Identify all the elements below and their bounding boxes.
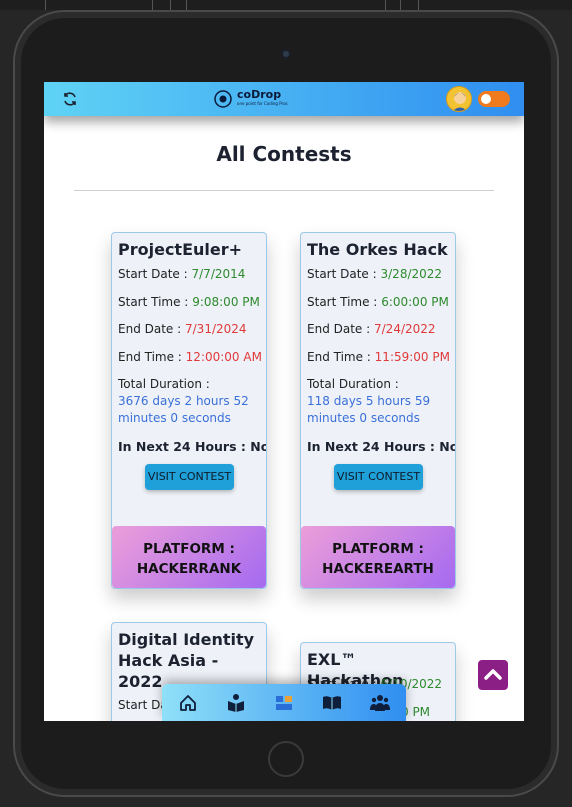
start-time-value: 6:00:00 PM [381,295,449,309]
end-time-row: End Time : 11:59:00 PM [307,350,450,364]
platform-badge: PLATFORM : HACKEREARTH [301,526,455,588]
tablet-home-button[interactable] [268,741,304,777]
end-date-value: 7/31/2024 [185,322,247,336]
platform-badge: PLATFORM : HACKERRANK [112,526,266,588]
visit-contest-button[interactable]: VISIT CONTEST [334,464,423,490]
home-icon[interactable] [178,693,198,713]
contest-card: The Orkes Hack Start Date : 3/28/2022 St… [300,232,456,589]
contest-name: The Orkes Hack [307,240,448,259]
end-date-row: End Date : 7/31/2024 [118,322,247,336]
visit-contest-button[interactable]: VISIT CONTEST [145,464,234,490]
duration-value: 3676 days 2 hours 52 minutes 0 seconds [118,394,249,425]
end-time-label: End Time : [307,350,371,364]
start-date-label: Start Date : [307,267,377,281]
start-date-label: Start Date : [118,267,188,281]
duration-label: Total Duration : [307,377,399,391]
logo-emblem-icon [214,90,232,108]
app-screen: coDrop one point for Coding Pros All Con… [44,82,524,721]
top-strip [0,0,572,10]
start-time-label: Start Time : [307,295,378,309]
next-24-hours: In Next 24 Hours : No [307,439,456,454]
brand-logo[interactable]: coDrop one point for Coding Pros [212,87,322,111]
book-reader-icon[interactable] [226,693,246,713]
start-time-value: 9:08:00 PM [192,295,260,309]
start-time-label: Start Time : [118,295,189,309]
end-date-label: End Date : [307,322,371,336]
contests-icon[interactable] [274,693,294,713]
title-divider [74,190,494,191]
start-date-row: Start Date : 7/7/2014 [118,267,245,281]
end-date-label: End Date : [118,322,182,336]
open-book-icon[interactable] [322,693,342,713]
end-time-value: 11:59:00 PM [374,350,450,364]
chevron-up-icon [484,669,502,680]
contest-card: ProjectEuler+ Start Date : 7/7/2014 Star… [111,232,267,589]
end-date-value: 7/24/2022 [374,322,436,336]
toggle-knob [481,94,491,104]
user-avatar[interactable] [446,86,472,112]
users-icon[interactable] [370,693,390,713]
next-24-hours: In Next 24 Hours : No [118,439,267,454]
end-time-row: End Time : 12:00:00 AM [118,350,262,364]
avatar-face-icon [452,92,468,111]
contest-name: ProjectEuler+ [118,240,243,259]
contest-name: Digital Identity Hack Asia - 2022 [118,630,255,691]
duration-label: Total Duration : [118,377,210,391]
tablet-camera [281,49,291,59]
scroll-to-top-button[interactable] [478,660,508,690]
start-time-row: Start Time : 6:00:00 PM [307,295,449,309]
end-time-label: End Time : [118,350,182,364]
logo-tagline: one point for Coding Pros [237,101,288,106]
start-date-value: 7/7/2014 [191,267,246,281]
bottom-navbar [162,684,406,721]
page-title: All Contests [216,142,352,166]
theme-toggle[interactable] [478,91,510,107]
refresh-icon[interactable] [62,91,78,107]
logo-text: coDrop [237,88,282,101]
start-date-row: Start Date : 3/28/2022 [307,267,442,281]
start-time-row: Start Time : 9:08:00 PM [118,295,260,309]
duration-value: 118 days 5 hours 59 minutes 0 seconds [307,394,431,425]
end-time-value: 12:00:00 AM [185,350,262,364]
start-date-value: 3/28/2022 [380,267,443,281]
top-navbar: coDrop one point for Coding Pros [44,82,524,116]
end-date-row: End Date : 7/24/2022 [307,322,436,336]
